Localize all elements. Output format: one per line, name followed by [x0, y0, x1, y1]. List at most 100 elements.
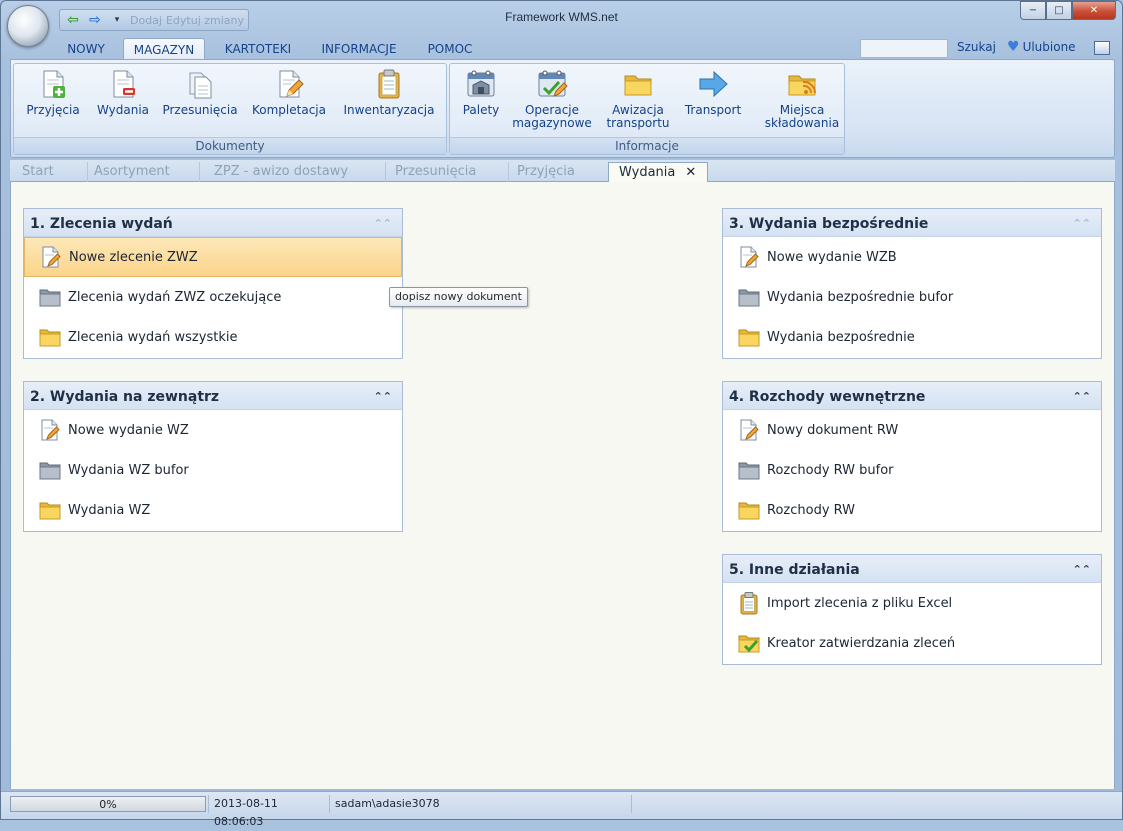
document-add-icon	[43, 70, 65, 98]
list-item[interactable]: Wydania bezpośrednie bufor	[723, 277, 1101, 317]
close-button[interactable]: ✕	[1072, 1, 1116, 20]
panel-title-text: 1. Zlecenia wydań	[30, 216, 173, 232]
document-edit-icon	[279, 70, 304, 98]
transport-button[interactable]: Transport	[680, 68, 746, 117]
transport-label: Transport	[684, 103, 742, 117]
kompletacja-label: Kompletacja	[252, 103, 326, 117]
ribbon-tab-kartoteki[interactable]: KARTOTEKI	[216, 38, 300, 60]
list-item-label: Nowe wydanie WZ	[68, 422, 189, 438]
list-item[interactable]: Import zlecenia z pliku Excel	[723, 583, 1101, 623]
ribbon-tab-magazyn[interactable]: MAGAZYN	[123, 38, 205, 60]
przyjecia-button[interactable]: Przyjęcia	[20, 68, 86, 117]
panel-title: 2. Wydania na zewnątrz ⌃⌃	[24, 382, 402, 410]
ribbon-group-label: Dokumenty	[14, 137, 446, 154]
collapse-icon[interactable]: ⌃⌃	[374, 382, 392, 412]
status-datetime: 2013-08-11 08:06:03	[208, 795, 328, 828]
arrow-right-icon	[699, 70, 728, 98]
gray-folder-icon	[738, 462, 760, 480]
document-remove-icon	[113, 70, 135, 98]
application-window: ⇦ ⇨ ▾ Dodaj Edytuj zmiany Framework WMS.…	[0, 0, 1123, 828]
list-item[interactable]: Nowe wydanie WZB	[723, 237, 1101, 277]
panel-title: 1. Zlecenia wydań ⌃⌃	[24, 209, 402, 237]
panel-title: 4. Rozchody wewnętrzne ⌃⌃	[723, 382, 1101, 410]
list-item[interactable]: Rozchody RW	[723, 490, 1101, 530]
tooltip: dopisz nowy dokument	[389, 287, 528, 307]
folder-icon	[624, 75, 652, 96]
window-title: Framework WMS.net	[505, 10, 618, 24]
list-item-label: Wydania bezpośrednie	[767, 329, 915, 345]
doc-tab-asortyment[interactable]: Asortyment	[90, 162, 200, 182]
ribbon-tab-informacje[interactable]: INFORMACJE	[313, 38, 405, 60]
list-item[interactable]: Wydania WZ	[24, 490, 402, 530]
application-menu-orb[interactable]	[7, 5, 49, 47]
favorites-label: Ulubione	[1022, 40, 1076, 54]
list-item-label: Wydania WZ	[68, 502, 151, 518]
search-input[interactable]	[860, 39, 948, 58]
miejsca-skladowania-button[interactable]: Miejsca składowania	[760, 68, 844, 130]
awizacja-transportu-button[interactable]: Awizacja transportu	[600, 68, 676, 130]
ribbon-tab-pomoc[interactable]: POMOC	[418, 38, 482, 60]
list-item[interactable]: Wydania bezpośrednie	[723, 317, 1101, 357]
wydania-button[interactable]: Wydania	[92, 68, 154, 117]
workspace: 1. Zlecenia wydań ⌃⌃ Nowe zlecenie ZWZ Z…	[10, 182, 1115, 789]
list-item[interactable]: Kreator zatwierdzania zleceń	[723, 623, 1101, 663]
list-item-label: Wydania bezpośrednie bufor	[767, 289, 954, 305]
list-item[interactable]: Nowe zlecenie ZWZ	[24, 237, 402, 277]
list-item-label: Zlecenia wydań wszystkie	[68, 329, 238, 345]
doc-tab-wydania[interactable]: Wydania ✕	[608, 162, 708, 182]
palety-button[interactable]: Palety	[454, 68, 508, 117]
przyjecia-label: Przyjęcia	[26, 103, 80, 117]
operations-calendar-icon	[538, 70, 568, 97]
maximize-button[interactable]: □	[1046, 1, 1072, 20]
list-item[interactable]: Wydania WZ bufor	[24, 450, 402, 490]
minimize-button[interactable]: −	[1020, 1, 1046, 20]
folder-icon	[738, 329, 760, 347]
collapse-icon[interactable]: ⌃⌃	[1073, 209, 1091, 239]
new-document-icon	[41, 419, 60, 441]
ribbon-tab-nowy[interactable]: NOWY	[58, 38, 114, 60]
operacje-magazynowe-button[interactable]: Operacje magazynowe	[510, 68, 594, 130]
miejsca-label-line1: Miejsca	[779, 103, 825, 117]
ribbon-panel: Przyjęcia Wydania Przesunięcia Kompletac…	[10, 59, 1115, 158]
panel-title-text: 2. Wydania na zewnątrz	[30, 389, 220, 405]
collapse-icon[interactable]: ⌃⌃	[374, 209, 392, 239]
list-item[interactable]: Rozchody RW bufor	[723, 450, 1101, 490]
close-tab-icon[interactable]: ✕	[685, 165, 696, 180]
progress-bar: 0%	[10, 796, 206, 812]
list-item-label: Rozchody RW bufor	[767, 462, 894, 478]
operacje-label-line1: Operacje	[524, 103, 580, 117]
favorites-button[interactable]: ♥ Ulubione	[1007, 40, 1076, 54]
doc-tab-przesuniecia[interactable]: Przesunięcia	[391, 162, 509, 182]
gray-folder-icon	[39, 462, 61, 480]
window-layout-icon[interactable]	[1094, 41, 1110, 55]
new-document-icon	[740, 419, 759, 441]
panel-title-text: 4. Rozchody wewnętrzne	[729, 389, 926, 405]
window-controls: − □ ✕	[1020, 1, 1116, 20]
list-item[interactable]: Nowy dokument RW	[723, 410, 1101, 450]
kompletacja-button[interactable]: Kompletacja	[246, 68, 332, 117]
list-item-label: Zlecenia wydań ZWZ oczekujące	[68, 289, 282, 305]
panel-rozchody-wewnetrzne: 4. Rozchody wewnętrzne ⌃⌃ Nowy dokument …	[722, 381, 1102, 532]
pallet-calendar-icon	[467, 70, 495, 97]
inwentaryzacja-button[interactable]: Inwentaryzacja	[338, 68, 440, 117]
list-item[interactable]: Zlecenia wydań ZWZ oczekujące	[24, 277, 402, 317]
list-item[interactable]: Zlecenia wydań wszystkie	[24, 317, 402, 357]
list-item-label: Nowe zlecenie ZWZ	[69, 249, 198, 265]
przesuniecia-label: Przesunięcia	[162, 103, 238, 117]
list-item-label: Wydania WZ bufor	[68, 462, 189, 478]
list-item[interactable]: Nowe wydanie WZ	[24, 410, 402, 450]
search-button[interactable]: Szukaj	[957, 40, 996, 54]
collapse-icon[interactable]: ⌃⌃	[1073, 382, 1091, 412]
clipboard-icon	[378, 69, 400, 99]
gray-folder-icon	[738, 289, 760, 307]
collapse-icon[interactable]: ⌃⌃	[1073, 555, 1091, 585]
doc-tab-start[interactable]: Start	[18, 162, 88, 182]
panel-title-text: 3. Wydania bezpośrednie	[729, 216, 929, 232]
panel-inne-dzialania: 5. Inne działania ⌃⌃ Import zlecenia z p…	[722, 554, 1102, 665]
awizacja-label-line1: Awizacja	[612, 103, 664, 117]
doc-tab-zpz-awizo[interactable]: ZPZ - awizo dostawy	[210, 162, 386, 182]
doc-tab-wydania-label: Wydania	[619, 165, 676, 180]
gray-folder-icon	[39, 289, 61, 307]
przesuniecia-button[interactable]: Przesunięcia	[160, 68, 240, 117]
doc-tab-przyjecia[interactable]: Przyjęcia	[513, 162, 609, 182]
